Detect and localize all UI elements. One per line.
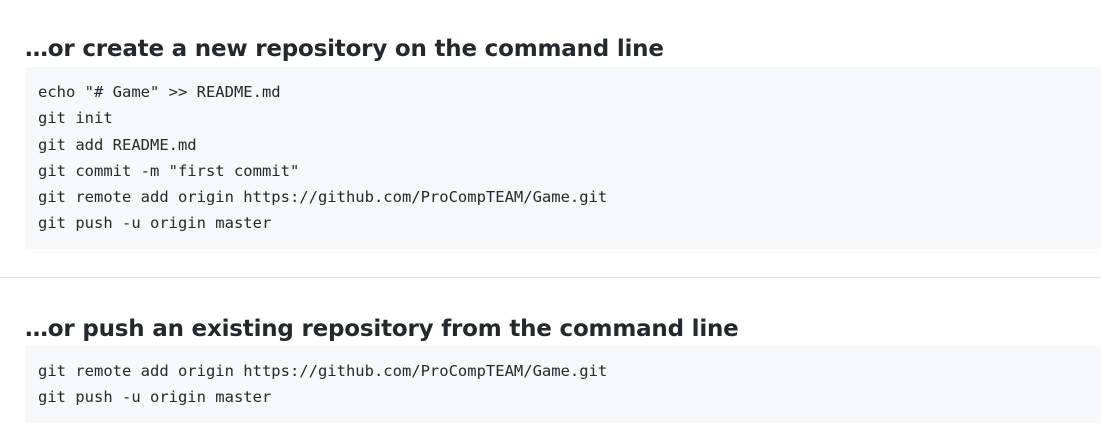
code-line[interactable]: echo "# Game" >> README.md	[38, 79, 1088, 105]
code-line[interactable]: git push -u origin master	[38, 210, 1088, 236]
create-repo-code-block[interactable]: echo "# Game" >> README.md git init git ad…	[25, 67, 1101, 249]
code-line[interactable]: git remote add origin https://github.com…	[38, 358, 1088, 384]
create-repo-heading: …or create a new repository on the comma…	[25, 36, 664, 62]
push-repo-section: …or push an existing repository from the…	[0, 278, 1101, 441]
code-line[interactable]: git commit -m "first commit"	[38, 158, 1088, 184]
code-line[interactable]: git init	[38, 105, 1088, 131]
code-line[interactable]: git push -u origin master	[38, 384, 1088, 410]
code-line[interactable]: git remote add origin https://github.com…	[38, 184, 1088, 210]
push-repo-code-block[interactable]: git remote add origin https://github.com…	[25, 346, 1101, 423]
push-repo-heading: …or push an existing repository from the…	[25, 316, 739, 342]
create-repo-section: …or create a new repository on the comma…	[0, 0, 1101, 277]
code-line[interactable]: git add README.md	[38, 132, 1088, 158]
